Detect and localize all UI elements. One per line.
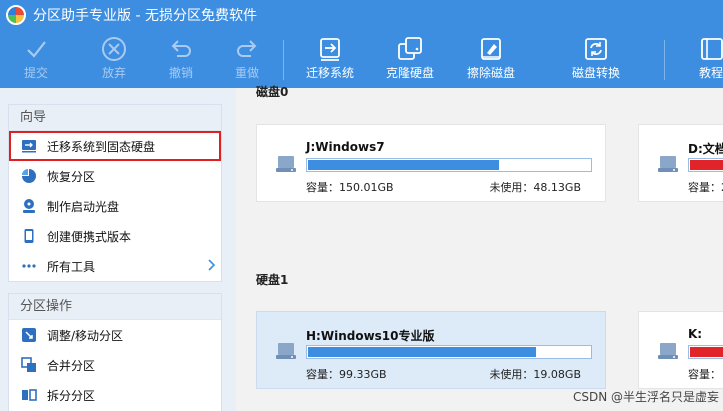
app-logo-icon	[6, 5, 26, 25]
drive-icon	[275, 155, 297, 176]
partition-ops-section: 分区操作 调整/移动分区 合并分区 拆分分区	[8, 293, 222, 411]
left-panel: 向导 迁移系统到固态硬盘 恢复分区 制作启动光盘 创建便携式版本 所有工具 分区…	[0, 88, 236, 411]
boot-cd-icon	[21, 198, 37, 214]
unused-text: 未使用：19.08GB	[489, 368, 581, 381]
watermark-text: CSDN @半生浮名只是虚妄	[572, 390, 719, 404]
convert-disk-icon	[582, 34, 610, 64]
tutorial-icon	[699, 34, 723, 64]
wizard-heading: 向导	[9, 105, 221, 131]
tutorial-button[interactable]: 教程	[699, 34, 723, 88]
wizard-section: 向导 迁移系统到固态硬盘 恢复分区 制作启动光盘 创建便携式版本 所有工具	[8, 104, 222, 282]
disk-1-title: 硬盘1	[256, 273, 289, 287]
capacity-text: 容量：	[688, 368, 721, 381]
all-tools-icon	[21, 258, 37, 274]
capacity-text: 容量：150.01GB	[306, 181, 394, 194]
convert-disk-button[interactable]: 磁盘转换	[572, 34, 620, 88]
migrate-os-icon	[316, 34, 344, 64]
partition-card-j[interactable]: J:Windows7 容量：150.01GB 未使用：48.13GB	[256, 124, 606, 202]
redo-icon	[234, 34, 260, 64]
left-panel-scrollbar[interactable]	[228, 88, 236, 411]
disk-view: 磁盘0 J:Windows7 容量：150.01GB 未使用：48.13GB D…	[236, 85, 723, 411]
partition-ops-heading: 分区操作	[9, 294, 221, 320]
partition-name: K:	[688, 327, 703, 341]
clone-disk-button[interactable]: 克隆硬盘	[386, 34, 434, 88]
migrate-os-button[interactable]: 迁移系统	[306, 34, 354, 88]
clone-disk-icon	[395, 34, 425, 64]
nav-item-resize-move[interactable]: 调整/移动分区	[9, 320, 221, 350]
nav-item-make-boot-cd[interactable]: 制作启动光盘	[9, 191, 221, 221]
usage-bar-fill	[308, 347, 537, 357]
partition-name: H:Windows10专业版	[306, 329, 435, 343]
submit-button[interactable]: 提交	[24, 34, 48, 88]
pie-recover-icon	[21, 168, 37, 184]
window-title-bar: 分区助手专业版 - 无损分区免费软件	[6, 0, 257, 30]
split-icon	[21, 387, 37, 403]
nav-item-all-tools[interactable]: 所有工具	[9, 251, 221, 281]
window-title: 分区助手专业版 - 无损分区免费软件	[33, 8, 257, 24]
nav-item-migrate-to-ssd[interactable]: 迁移系统到固态硬盘	[9, 131, 221, 161]
nav-item-split[interactable]: 拆分分区	[9, 380, 221, 410]
partition-card-d[interactable]: D:文档 容量：2	[638, 124, 723, 202]
toolbar-separator	[664, 40, 665, 80]
drive-icon	[657, 155, 679, 176]
title-toolbar-area: 分区助手专业版 - 无损分区免费软件 提交 放弃 撤销 重做 迁移系统 克隆硬盘…	[0, 0, 723, 88]
partition-name: J:Windows7	[306, 140, 385, 154]
disk-0-title: 磁盘0	[256, 85, 289, 99]
unused-text: 未使用：48.13GB	[489, 181, 581, 194]
redo-button[interactable]: 重做	[234, 34, 260, 88]
partition-name: D:文档	[688, 142, 723, 156]
resize-move-icon	[21, 327, 37, 343]
check-icon	[24, 34, 48, 64]
toolbar-separator	[283, 40, 284, 80]
undo-button[interactable]: 撤销	[168, 34, 194, 88]
usage-bar	[306, 345, 592, 359]
toolbar: 提交 放弃 撤销 重做 迁移系统 克隆硬盘 擦除磁盘 磁盘转换 教程	[0, 34, 723, 88]
nav-item-merge[interactable]: 合并分区	[9, 350, 221, 380]
nav-item-recover-partition[interactable]: 恢复分区	[9, 161, 221, 191]
chevron-right-icon	[207, 259, 216, 274]
cancel-circle-icon	[101, 34, 127, 64]
drive-icon	[657, 342, 679, 363]
partition-card-k[interactable]: K: 容量：	[638, 311, 723, 389]
usage-bar-fill	[308, 160, 500, 170]
partition-card-h[interactable]: H:Windows10专业版 容量：99.33GB 未使用：19.08GB	[256, 311, 606, 389]
wipe-disk-icon	[477, 34, 505, 64]
usage-bar	[688, 158, 723, 172]
capacity-text: 容量：99.33GB	[306, 368, 387, 381]
undo-icon	[168, 34, 194, 64]
migrate-ssd-icon	[21, 138, 37, 154]
merge-icon	[21, 357, 37, 373]
portable-device-icon	[21, 228, 37, 244]
usage-bar-fill	[690, 160, 723, 170]
nav-item-create-portable[interactable]: 创建便携式版本	[9, 221, 221, 251]
usage-bar	[306, 158, 592, 172]
drive-icon	[275, 342, 297, 363]
discard-button[interactable]: 放弃	[101, 34, 127, 88]
wipe-disk-button[interactable]: 擦除磁盘	[467, 34, 515, 88]
capacity-text: 容量：2	[688, 181, 723, 194]
usage-bar-fill	[690, 347, 723, 357]
usage-bar	[688, 345, 723, 359]
